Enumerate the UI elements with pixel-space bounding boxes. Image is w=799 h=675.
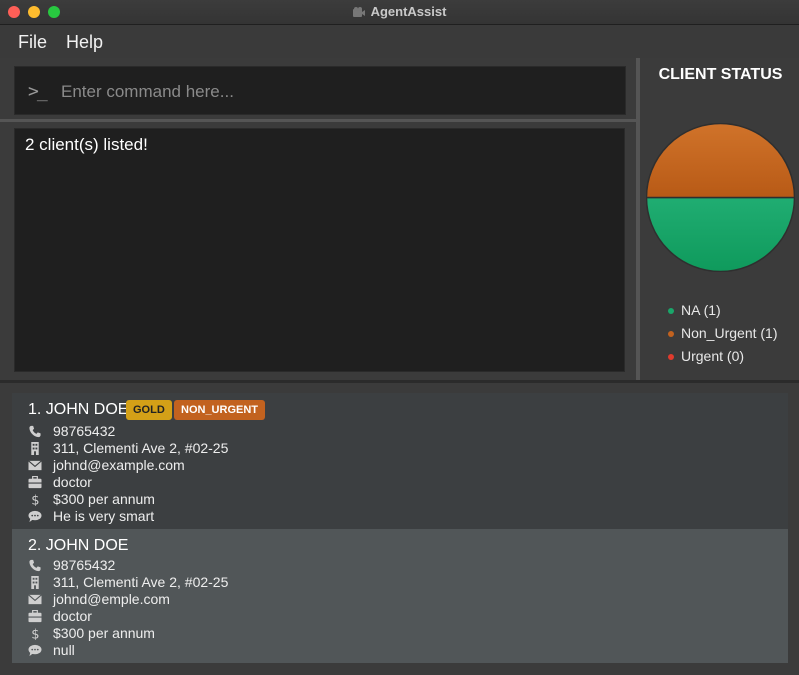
briefcase-icon	[28, 610, 42, 623]
client-income: $300 per annum	[53, 625, 155, 641]
legend-dot-icon	[668, 331, 674, 337]
client-income: $300 per annum	[53, 491, 155, 507]
client-name: 2. JOHN DOE	[28, 537, 129, 554]
envelope-icon	[28, 460, 42, 471]
client-address: 311, Clementi Ave 2, #02-25	[53, 440, 229, 456]
client-phone: 98765432	[53, 423, 116, 439]
pie-slice-non-urgent	[646, 123, 795, 199]
dollar-icon: $	[31, 494, 39, 506]
window-titlebar: AgentAssist	[0, 0, 799, 25]
result-text: 2 client(s) listed!	[25, 135, 148, 154]
building-icon	[31, 442, 39, 455]
client-occupation: doctor	[53, 608, 92, 624]
phone-icon	[29, 559, 41, 572]
tag-badge-gold: GOLD	[126, 400, 172, 420]
menu-help[interactable]: Help	[66, 32, 103, 53]
legend-item-urgent: Urgent (0)	[668, 348, 778, 371]
legend-item-na: NA (1)	[668, 302, 778, 325]
envelope-icon	[28, 594, 42, 605]
app-icon	[352, 7, 365, 17]
client-address: 311, Clementi Ave 2, #02-25	[53, 574, 229, 590]
building-icon	[31, 576, 39, 589]
legend-label: NA (1)	[681, 302, 721, 318]
client-email: johnd@example.com	[53, 457, 185, 473]
dollar-icon: $	[31, 628, 39, 640]
menu-file[interactable]: File	[18, 32, 47, 53]
pie-slice-na	[646, 196, 795, 272]
window-title-text: AgentAssist	[370, 4, 447, 19]
client-card[interactable]: 1. JOHN DOE GOLD NON_URGENT 98765432 311…	[12, 393, 788, 529]
legend-dot-icon	[668, 354, 674, 360]
briefcase-icon	[28, 476, 42, 489]
svg-text:$: $	[31, 628, 39, 640]
result-display: 2 client(s) listed!	[14, 128, 625, 372]
client-name: 1. JOHN DOE	[28, 401, 129, 418]
client-status-pie-chart	[646, 123, 795, 272]
window-title: AgentAssist	[0, 4, 799, 19]
client-card[interactable]: 2. JOHN DOE 98765432 311, Clementi Ave 2…	[12, 529, 788, 663]
legend-label: Non_Urgent (1)	[681, 325, 778, 341]
svg-text:$: $	[31, 494, 39, 506]
horizontal-split-divider[interactable]	[0, 119, 636, 122]
client-email: johnd@emple.com	[53, 591, 170, 607]
tag-badge-non-urgent: NON_URGENT	[174, 400, 266, 420]
legend-dot-icon	[668, 308, 674, 314]
command-box: >_	[14, 66, 626, 115]
menu-bar: File Help	[0, 25, 799, 58]
speech-bubble-icon	[28, 510, 42, 523]
client-occupation: doctor	[53, 474, 92, 490]
client-remark: null	[53, 642, 75, 658]
speech-bubble-icon	[28, 644, 42, 657]
legend-item-non-urgent: Non_Urgent (1)	[668, 325, 778, 348]
client-status-title: CLIENT STATUS	[658, 66, 783, 83]
terminal-prompt-icon: >_	[28, 81, 48, 102]
phone-icon	[29, 425, 41, 438]
client-phone: 98765432	[53, 557, 116, 573]
pie-legend: NA (1) Non_Urgent (1) Urgent (0)	[668, 302, 778, 371]
client-remark: He is very smart	[53, 508, 155, 524]
command-input[interactable]	[59, 75, 618, 109]
legend-label: Urgent (0)	[681, 348, 745, 364]
